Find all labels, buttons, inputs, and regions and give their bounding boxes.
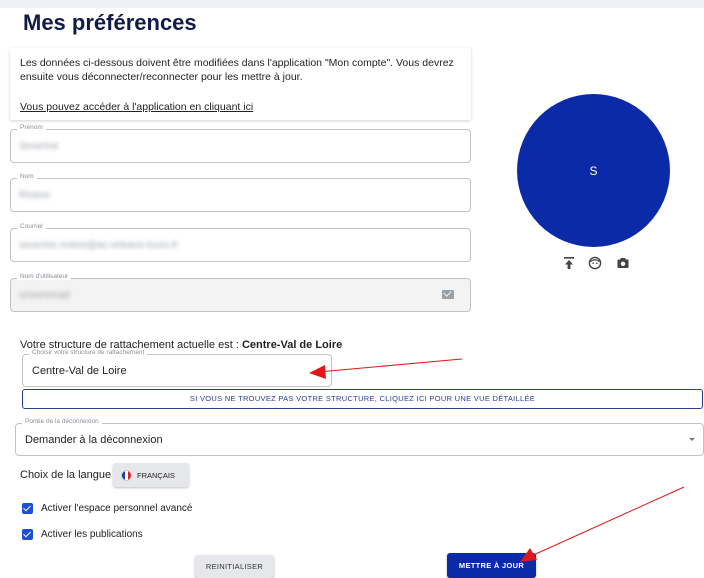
- structure-select-value: Centre-Val de Loire: [32, 365, 127, 377]
- logout-scope-label: Portée de la déconnexion: [22, 418, 102, 425]
- logout-scope-value: Demander à la déconnexion: [25, 434, 163, 446]
- french-flag-icon: [121, 469, 132, 481]
- nom-label: Nom: [17, 173, 37, 180]
- structure-select[interactable]: Choisir votre structure de rattachement …: [22, 349, 332, 387]
- publications-label: Activer les publications: [41, 529, 143, 540]
- courriel-value: severine.riviere@ac-orleans-tours.fr: [19, 240, 179, 251]
- prenom-label: Prénom: [17, 124, 46, 131]
- avatar: S: [517, 94, 670, 247]
- notice-card: Les données ci-dessous doivent être modi…: [10, 48, 471, 120]
- mon-compte-link[interactable]: Vous pouvez accéder à l'application en c…: [20, 100, 253, 114]
- mail-icon: [442, 290, 454, 299]
- logout-scope-select[interactable]: Portée de la déconnexion Demander à la d…: [15, 418, 704, 456]
- update-button[interactable]: METTRE À JOUR: [447, 553, 536, 578]
- language-button-label: FRANÇAIS: [137, 470, 175, 480]
- structure-select-label: Choisir votre structure de rattachement: [29, 349, 148, 356]
- publications-checkbox[interactable]: [22, 529, 33, 540]
- prenom-field[interactable]: Prénom Severine: [10, 124, 471, 163]
- advanced-space-option[interactable]: Activer l'espace personnel avancé: [22, 503, 192, 514]
- structure-current: Centre-Val de Loire: [241, 339, 343, 351]
- page-title: Mes préférences: [23, 10, 197, 35]
- upload-icon[interactable]: [562, 256, 576, 270]
- language-label: Choix de la langue: [20, 469, 112, 481]
- prenom-value: Severine: [19, 141, 59, 152]
- advanced-space-checkbox[interactable]: [22, 503, 33, 514]
- courriel-label: Courriel: [17, 223, 46, 230]
- advanced-space-label: Activer l'espace personnel avancé: [41, 503, 193, 514]
- notice-text: Les données ci-dessous doivent être modi…: [20, 57, 454, 83]
- courriel-field[interactable]: Courriel severine.riviere@ac-orleans-tou…: [10, 223, 471, 262]
- publications-option[interactable]: Activer les publications: [22, 529, 143, 540]
- detailed-view-button[interactable]: SI VOUS NE TROUVEZ PAS VOTRE STRUCTURE, …: [22, 389, 703, 409]
- avatar-initial: S: [589, 163, 598, 178]
- username-field[interactable]: Nom d'utilisateur srivieremail: [10, 273, 471, 312]
- chevron-down-icon: [689, 438, 695, 441]
- username-label: Nom d'utilisateur: [17, 273, 72, 280]
- camera-icon[interactable]: [616, 256, 630, 270]
- language-button[interactable]: FRANÇAIS: [113, 463, 189, 487]
- nom-value: Riviere: [19, 190, 51, 201]
- face-icon[interactable]: [588, 256, 602, 270]
- username-value: srivieremail: [19, 290, 70, 301]
- nom-field[interactable]: Nom Riviere: [10, 173, 471, 212]
- reset-button[interactable]: REINITIALISER: [195, 555, 274, 578]
